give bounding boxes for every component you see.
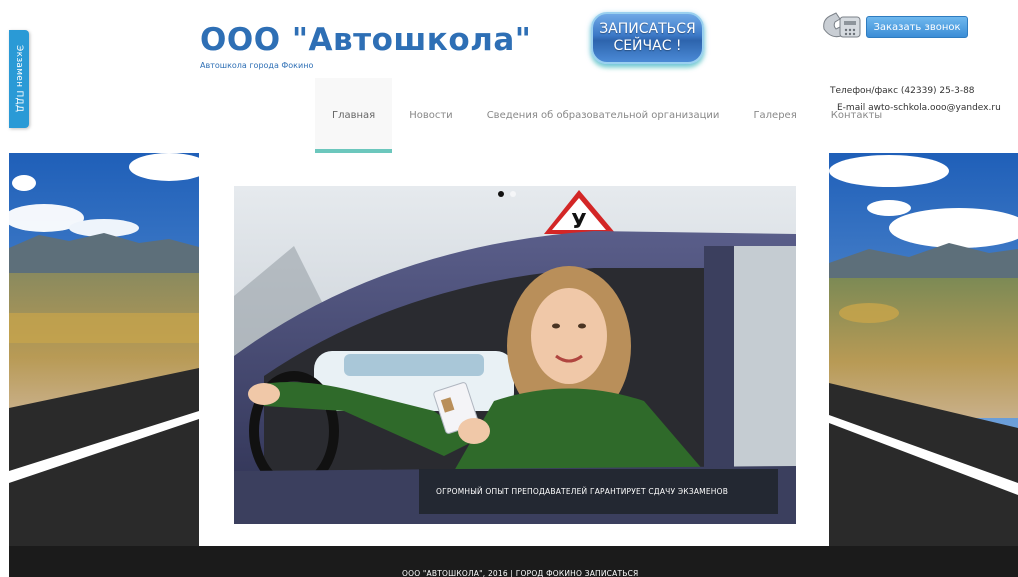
contact-email[interactable]: E-mail awto-schkola.ooo@yandex.ru [837,103,1001,113]
slide-caption-text: ОГРОМНЫЙ ОПЫТ ПРЕПОДАВАТЕЛЕЙ ГАРАНТИРУЕТ… [436,487,729,496]
order-call-label: Заказать звонок [873,21,961,33]
telephone-icon[interactable] [820,9,864,43]
nav-item-news[interactable]: Новости [392,78,469,153]
slider-dot-1[interactable] [498,191,504,197]
main-nav: Главная Новости Сведения об образователь… [315,78,899,153]
footer-text: ООО "АВТОШКОЛА", 2016 | ГОРОД ФОКИНО ЗАП… [402,569,639,577]
nav-item-gallery[interactable]: Галерея [736,78,813,153]
signup-now-button[interactable]: ЗАПИСАТЬСЯ СЕЙЧАС ! [591,12,704,64]
contact-phone: Телефон/факс (42339) 25-3-88 [830,86,975,96]
sign-letter: У [571,209,586,233]
nav-item-home[interactable]: Главная [315,78,393,153]
background-road-landscape-right [829,153,1018,546]
order-call-button[interactable]: Заказать звонок [866,16,968,38]
slide-caption: ОГРОМНЫЙ ОПЫТ ПРЕПОДАВАТЕЛЕЙ ГАРАНТИРУЕТ… [419,469,778,514]
slider-dot-2[interactable] [510,191,516,197]
site-title[interactable]: ООО "Автошкола" [200,22,531,58]
footer: ООО "АВТОШКОЛА", 2016 | ГОРОД ФОКИНО ЗАП… [9,546,1018,577]
site-subtitle: Автошкола города Фокино [200,61,314,70]
signup-button-label: ЗАПИСАТЬСЯ СЕЙЧАС ! [599,21,696,54]
background-road-landscape-left [9,153,199,546]
nav-item-org-info[interactable]: Сведения об образовательной организации [470,78,737,153]
side-tab-label: Экзамен ПДД [14,45,24,113]
side-tab-pdd-exam[interactable]: Экзамен ПДД [9,30,29,128]
slider-dots [498,191,516,197]
